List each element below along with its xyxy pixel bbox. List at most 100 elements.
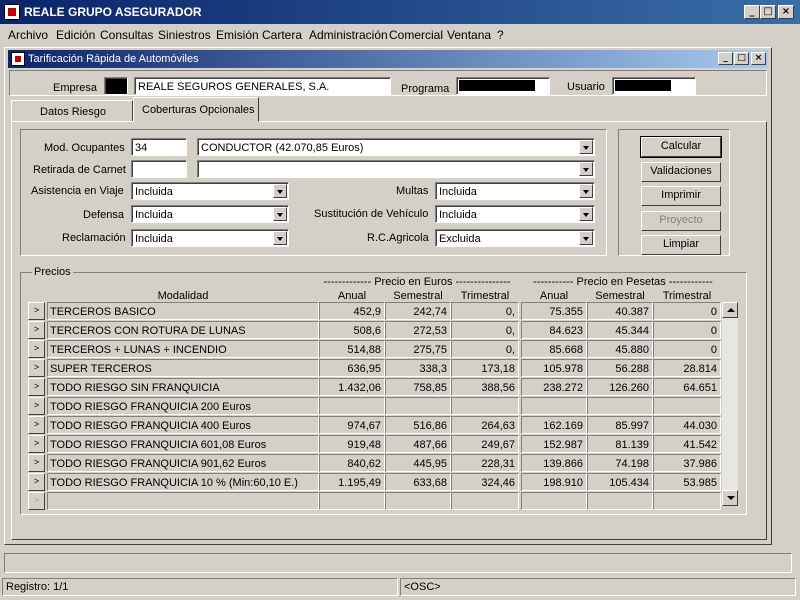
- child-title-bar[interactable]: Tarificación Rápida de Automóviles _ □ ×: [8, 50, 768, 68]
- imprimir-button[interactable]: Imprimir: [641, 186, 721, 206]
- cell-p-anual[interactable]: 198.910: [521, 473, 587, 491]
- row-selector-icon[interactable]: >: [28, 378, 45, 396]
- cell-e-semestral[interactable]: 516,86: [385, 416, 451, 434]
- cell-e-anual[interactable]: 974,67: [319, 416, 385, 434]
- menu-edicion[interactable]: Edición: [56, 28, 95, 42]
- cell-e-semestral[interactable]: 633,68: [385, 473, 451, 491]
- cell-e-semestral[interactable]: 242,74: [385, 302, 451, 320]
- child-close-icon[interactable]: ×: [751, 52, 766, 65]
- cell-e-anual[interactable]: 919,48: [319, 435, 385, 453]
- cell-e-anual[interactable]: [319, 397, 385, 415]
- cell-p-trimestral[interactable]: 44.030: [653, 416, 721, 434]
- cell-p-trimestral[interactable]: 0: [653, 340, 721, 358]
- proyecto-button[interactable]: Proyecto: [641, 211, 721, 231]
- rc-agricola-select[interactable]: Excluida: [435, 229, 595, 247]
- chevron-down-icon[interactable]: [579, 184, 593, 198]
- scroll-up-icon[interactable]: [722, 302, 738, 318]
- calcular-button[interactable]: Calcular: [640, 136, 722, 158]
- cell-p-trimestral[interactable]: 0: [653, 321, 721, 339]
- cell-p-anual[interactable]: [521, 397, 587, 415]
- cell-p-anual[interactable]: [521, 492, 587, 510]
- cell-p-anual[interactable]: 85.668: [521, 340, 587, 358]
- cell-e-trimestral[interactable]: 249,67: [451, 435, 519, 453]
- cell-p-trimestral[interactable]: 28.814: [653, 359, 721, 377]
- cell-p-semestral[interactable]: [587, 397, 653, 415]
- menu-siniestros[interactable]: Siniestros: [158, 28, 211, 42]
- cell-e-anual[interactable]: 452,9: [319, 302, 385, 320]
- cell-e-semestral[interactable]: [385, 492, 451, 510]
- cell-e-anual[interactable]: 508,6: [319, 321, 385, 339]
- cell-e-anual[interactable]: [319, 492, 385, 510]
- cell-e-trimestral[interactable]: 388,56: [451, 378, 519, 396]
- cell-p-semestral[interactable]: 45.344: [587, 321, 653, 339]
- cell-modalidad[interactable]: TODO RIESGO FRANQUICIA 901,62 Euros: [47, 454, 319, 472]
- cell-modalidad[interactable]: TERCEROS + LUNAS + INCENDIO: [47, 340, 319, 358]
- retirada-code-field[interactable]: [131, 160, 187, 178]
- limpiar-button[interactable]: Limpiar: [641, 235, 721, 255]
- cell-modalidad[interactable]: TERCEROS BASICO: [47, 302, 319, 320]
- cell-e-semestral[interactable]: [385, 397, 451, 415]
- cell-modalidad[interactable]: TODO RIESGO FRANQUICIA 400 Euros: [47, 416, 319, 434]
- cell-modalidad[interactable]: TODO RIESGO FRANQUICIA 10 % (Min:60,10 E…: [47, 473, 319, 491]
- cell-e-trimestral[interactable]: 228,31: [451, 454, 519, 472]
- row-selector-icon[interactable]: >: [28, 397, 45, 415]
- cell-modalidad[interactable]: SUPER TERCEROS: [47, 359, 319, 377]
- empresa-name-field[interactable]: REALE SEGUROS GENERALES, S.A.: [134, 77, 391, 95]
- cell-p-anual[interactable]: 139.866: [521, 454, 587, 472]
- cell-e-trimestral[interactable]: 0,: [451, 302, 519, 320]
- minimize-icon[interactable]: _: [744, 5, 760, 19]
- row-selector-icon[interactable]: >: [28, 454, 45, 472]
- cell-p-semestral[interactable]: 45.880: [587, 340, 653, 358]
- empresa-code-field[interactable]: [104, 77, 128, 95]
- chevron-down-icon[interactable]: [579, 140, 593, 154]
- menu-emision[interactable]: Emisión: [216, 28, 259, 42]
- close-icon[interactable]: ×: [778, 5, 794, 19]
- cell-p-semestral[interactable]: 74.198: [587, 454, 653, 472]
- defensa-select[interactable]: Incluida: [131, 205, 289, 223]
- asistencia-select[interactable]: Incluida: [131, 182, 289, 200]
- chevron-down-icon[interactable]: [579, 207, 593, 221]
- menu-cartera[interactable]: Cartera: [262, 28, 302, 42]
- row-selector-icon[interactable]: >: [28, 492, 45, 510]
- cell-e-trimestral[interactable]: 173,18: [451, 359, 519, 377]
- sustitucion-select[interactable]: Incluida: [435, 205, 595, 223]
- validaciones-button[interactable]: Validaciones: [641, 162, 721, 182]
- cell-p-semestral[interactable]: [587, 492, 653, 510]
- mod-ocupantes-code-field[interactable]: 34: [131, 138, 187, 156]
- scroll-down-icon[interactable]: [722, 490, 738, 506]
- cell-e-trimestral[interactable]: [451, 492, 519, 510]
- menu-archivo[interactable]: Archivo: [8, 28, 48, 42]
- cell-e-trimestral[interactable]: 324,46: [451, 473, 519, 491]
- menu-help[interactable]: ?: [497, 28, 504, 42]
- cell-e-anual[interactable]: 840,62: [319, 454, 385, 472]
- cell-e-anual[interactable]: 1.432,06: [319, 378, 385, 396]
- chevron-down-icon[interactable]: [579, 162, 593, 176]
- cell-p-semestral[interactable]: 40.387: [587, 302, 653, 320]
- cell-p-anual[interactable]: 152.987: [521, 435, 587, 453]
- reclamacion-select[interactable]: Incluida: [131, 229, 289, 247]
- cell-p-anual[interactable]: 105.978: [521, 359, 587, 377]
- child-maximize-icon[interactable]: □: [734, 52, 749, 65]
- tab-coberturas-opcionales[interactable]: Coberturas Opcionales: [133, 97, 259, 122]
- cell-p-semestral[interactable]: 85.997: [587, 416, 653, 434]
- row-selector-icon[interactable]: >: [28, 302, 45, 320]
- chevron-down-icon[interactable]: [273, 231, 287, 245]
- menu-comercial[interactable]: Comercial: [389, 28, 443, 42]
- cell-p-semestral[interactable]: 56.288: [587, 359, 653, 377]
- tab-datos-riesgo[interactable]: Datos Riesgo: [11, 100, 133, 122]
- cell-modalidad[interactable]: TODO RIESGO FRANQUICIA 601,08 Euros: [47, 435, 319, 453]
- table-scrollbar[interactable]: [722, 302, 738, 506]
- cell-e-trimestral[interactable]: [451, 397, 519, 415]
- menu-ventana[interactable]: Ventana: [447, 28, 491, 42]
- cell-e-semestral[interactable]: 275,75: [385, 340, 451, 358]
- chevron-down-icon[interactable]: [273, 184, 287, 198]
- cell-p-anual[interactable]: 162.169: [521, 416, 587, 434]
- maximize-icon[interactable]: □: [760, 5, 776, 19]
- cell-p-semestral[interactable]: 81.139: [587, 435, 653, 453]
- cell-p-anual[interactable]: 84.623: [521, 321, 587, 339]
- cell-p-anual[interactable]: 238.272: [521, 378, 587, 396]
- cell-p-trimestral[interactable]: 41.542: [653, 435, 721, 453]
- cell-e-anual[interactable]: 514,88: [319, 340, 385, 358]
- row-selector-icon[interactable]: >: [28, 321, 45, 339]
- cell-e-trimestral[interactable]: 264,63: [451, 416, 519, 434]
